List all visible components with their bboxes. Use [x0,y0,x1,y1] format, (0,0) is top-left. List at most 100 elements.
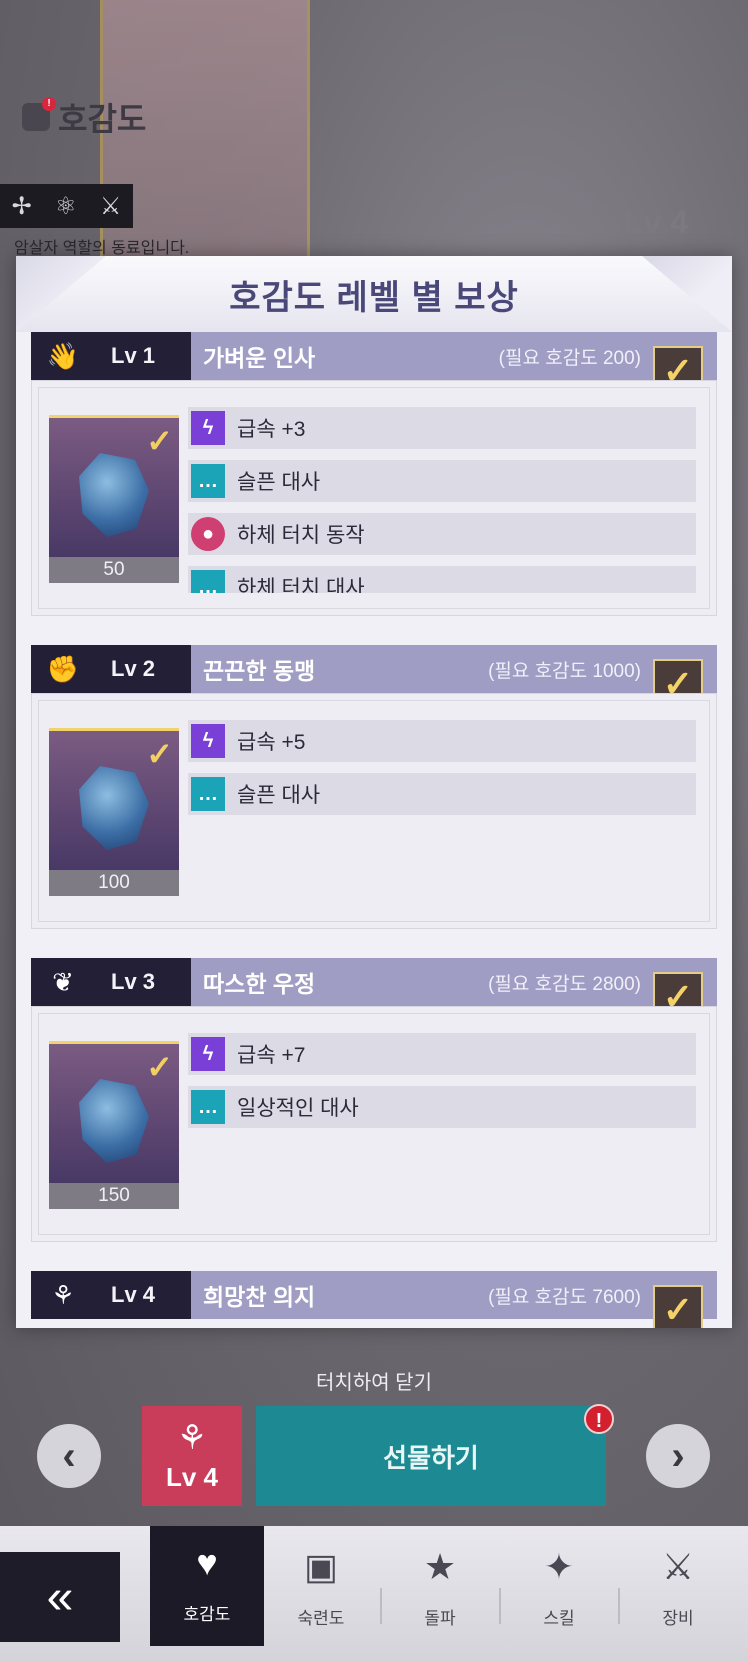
level-block-4: ⚘ Lv 4 희망찬 의지 (필요 호감도 7600) ✓ [31,1271,717,1328]
friends-icon: ❦ [52,966,74,997]
wave-hands-icon: 👋 [46,340,80,371]
level-requirement: (필요 호감도 200) [498,347,641,369]
previous-button[interactable]: ‹ [37,1424,101,1488]
reward-text: 급속 +5 [237,731,306,754]
reward-text: 슬픈 대사 [237,784,321,807]
level-name-bar: 따스한 우정 (필요 호감도 2800) [191,958,717,1006]
chat-icon: … [191,570,225,593]
reward-text: 급속 +7 [237,1044,306,1067]
affinity-level-tile: ⚘ Lv 4 [142,1406,242,1506]
tab-label: 스킬 [543,1609,575,1628]
reward-list: ϟ 급속 +5 … 슬픈 대사 [188,720,696,906]
reward-item: ϟ 급속 +3 [188,407,696,449]
level-name-bar: 가벼운 인사 (필요 호감도 200) [191,332,717,380]
level-badge: 👋 Lv 1 [31,332,191,380]
fist-bump-icon: ✊ [46,653,80,684]
tab-label: 장비 [662,1609,694,1628]
reward-modal: 호감도 레벨 별 보상 👋 Lv 1 가벼운 인사 (필요 호감도 200) ✓… [16,256,732,1328]
next-button[interactable]: › [646,1424,710,1488]
gem-count: 50 [49,557,179,583]
level-header: 👋 Lv 1 가벼운 인사 (필요 호감도 200) ✓ [31,332,717,396]
chevron-right-icon: › [671,1433,685,1478]
tab-breakthrough[interactable]: ★ 돌파 [383,1530,497,1648]
gem-icon [79,766,149,850]
tile-level: Lv 4 [165,1462,219,1492]
tab-divider [499,1588,501,1624]
tab-divider [618,1588,620,1624]
double-chevron-left-icon: « [46,1570,74,1624]
level-requirement: (필요 호감도 7600) [488,1286,641,1308]
book-icon: ▣ [303,1546,338,1587]
skill-icon: ✦ [543,1546,575,1587]
chevron-left-icon: ‹ [62,1433,76,1478]
heart-plus-icon: ♥ [196,1542,218,1583]
level-label: Lv 4 [111,1282,156,1307]
person-icon: ● [191,517,225,551]
check-icon: ✓ [146,423,173,459]
tab-divider [380,1588,382,1624]
star-icon: ★ [423,1546,457,1587]
alert-icon: ! [584,1404,614,1434]
level-label: Lv 3 [111,969,156,994]
level-requirement: (필요 호감도 1000) [488,660,641,682]
gem-reward-card: ✓ 150 [49,1041,179,1209]
gem-icon [79,1079,149,1163]
reward-list: ϟ 급속 +3 … 슬픈 대사 ● 하체 터치 동작 … 하체 터치 대사 [188,407,696,593]
level-name-bar: 희망찬 의지 (필요 호감도 7600) [191,1271,717,1319]
level-label: Lv 2 [111,656,156,681]
back-button[interactable]: « [0,1552,120,1642]
modal-header: 호감도 레벨 별 보상 [16,256,732,332]
check-icon: ✓ [146,736,173,772]
level-header: ⚘ Lv 4 희망찬 의지 (필요 호감도 7600) ✓ [31,1271,717,1328]
tab-equipment[interactable]: ⚔ 장비 [621,1530,735,1648]
level-body: ✓ 150 ϟ 급속 +7 … 일상적인 대사 [31,1006,717,1242]
level-header: ❦ Lv 3 따스한 우정 (필요 호감도 2800) ✓ [31,958,717,1022]
bolt-icon: ϟ [191,724,225,758]
level-body: ✓ 50 ϟ 급속 +3 … 슬픈 대사 ● 하체 터치 동작 … 하체 터치 … [31,380,717,616]
tab-proficiency[interactable]: ▣ 숙련도 [264,1530,378,1648]
background-affinity-title: ! 호감도 [22,94,146,140]
reward-item: ● 하체 터치 동작 [188,513,696,555]
tab-label: 돌파 [424,1609,456,1628]
level-name: 따스한 우정 [203,971,316,997]
level-label: Lv 1 [111,343,156,368]
cheer-icon: ⚘ [51,1279,75,1310]
level-badge: ✊ Lv 2 [31,645,191,693]
level-header: ✊ Lv 2 끈끈한 동맹 (필요 호감도 1000) ✓ [31,645,717,709]
gem-count: 150 [49,1183,179,1209]
level-badge: ⚘ Lv 4 [31,1271,191,1319]
level-name-bar: 끈끈한 동맹 (필요 호감도 1000) [191,645,717,693]
reward-item: … 슬픈 대사 [188,773,696,815]
gift-button[interactable]: 선물하기 [256,1406,606,1506]
tab-skill[interactable]: ✦ 스킬 [502,1530,616,1648]
level-block-3: ❦ Lv 3 따스한 우정 (필요 호감도 2800) ✓ ✓ 150 ϟ 급속… [31,958,717,1242]
tab-affinity[interactable]: ♥ 호감도 [150,1526,264,1646]
gem-reward-card: ✓ 50 [49,415,179,583]
level-block-2: ✊ Lv 2 끈끈한 동맹 (필요 호감도 1000) ✓ ✓ 100 ϟ 급속… [31,645,717,929]
reward-item: … 일상적인 대사 [188,1086,696,1128]
bolt-icon: ϟ [191,1037,225,1071]
level-requirement: (필요 호감도 2800) [488,973,641,995]
pinwheel-icon: ✢ [11,192,32,220]
level-reward-list[interactable]: 👋 Lv 1 가벼운 인사 (필요 호감도 200) ✓ ✓ 50 ϟ 급속 +… [16,332,732,1328]
level-badge: ❦ Lv 3 [31,958,191,1006]
reward-item: ϟ 급속 +5 [188,720,696,762]
chat-icon: … [191,464,225,498]
chat-icon: … [191,777,225,811]
modal-title: 호감도 레벨 별 보상 [229,278,519,317]
gem-count: 100 [49,870,179,896]
role-description: 암살자 역할의 동료입니다. [14,240,190,257]
tap-to-close-text[interactable]: 터치하여 닫기 [0,1366,748,1395]
reward-text: 슬픈 대사 [237,471,321,494]
affinity-chip-icon: ! [22,97,56,131]
reward-item: … 하체 터치 대사 [188,566,696,593]
cheer-icon: ⚘ [176,1419,208,1457]
reward-text: 하체 터치 동작 [237,524,365,547]
reward-item: … 슬픈 대사 [188,460,696,502]
check-icon: ✓ [146,1049,173,1085]
sword-shield-icon: ⚔ [661,1546,695,1587]
gem-icon [79,453,149,537]
claimed-check-icon[interactable]: ✓ [653,1285,703,1328]
level-name: 희망찬 의지 [203,1284,316,1310]
level-block-1: 👋 Lv 1 가벼운 인사 (필요 호감도 200) ✓ ✓ 50 ϟ 급속 +… [31,332,717,616]
